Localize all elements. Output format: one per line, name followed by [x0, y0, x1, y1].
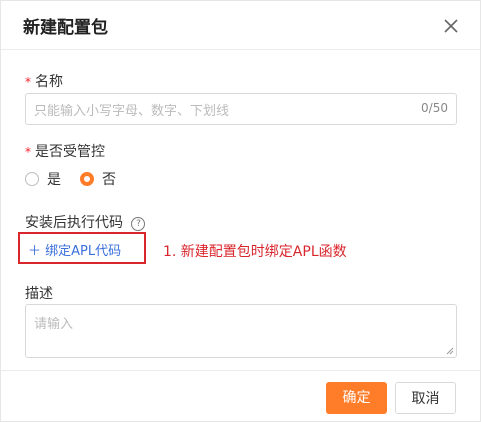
create-config-package-dialog: 新建配置包 * 名称 只能输入小写字母、数字、下划线 0/50 * 是否受管控 是 …	[0, 0, 481, 422]
dialog-title: 新建配置包	[23, 18, 108, 38]
annotation-text: 1. 新建配置包时绑定APL函数	[163, 244, 347, 260]
post-install-label: 安装后执行代码 ?	[25, 212, 146, 232]
dialog-header: 新建配置包	[1, 1, 480, 50]
description-placeholder: 请输入	[34, 317, 74, 332]
radio-circle	[25, 172, 39, 186]
radio-no-label: 否	[102, 172, 116, 188]
required-mark: *	[25, 145, 31, 159]
cancel-button[interactable]: 取消	[395, 382, 456, 414]
name-input-placeholder: 只能输入小写字母、数字、下划线	[34, 104, 230, 119]
description-textarea[interactable]: 请输入	[25, 304, 457, 358]
radio-yes-label: 是	[47, 172, 61, 188]
managed-label: * 是否受管控	[25, 141, 105, 161]
question-circle-icon[interactable]: ?	[131, 217, 146, 231]
radio-no[interactable]: 否	[80, 169, 116, 189]
radio-circle-checked	[80, 172, 94, 186]
name-label: * 名称	[25, 71, 63, 91]
post-install-label-text: 安装后执行代码	[25, 215, 123, 231]
bind-apl-code-link[interactable]: ＋ 绑定APL代码	[28, 240, 121, 259]
managed-label-text: 是否受管控	[35, 144, 105, 160]
name-input[interactable]: 只能输入小写字母、数字、下划线 0/50	[25, 93, 457, 125]
confirm-button[interactable]: 确定	[326, 382, 387, 414]
radio-yes[interactable]: 是	[25, 169, 61, 189]
close-icon[interactable]	[442, 17, 460, 35]
required-mark: *	[25, 75, 31, 89]
dialog-footer: 确定 取消	[1, 370, 480, 422]
name-char-counter: 0/50	[421, 101, 448, 115]
name-label-text: 名称	[35, 74, 63, 90]
resize-handle-icon[interactable]	[446, 347, 454, 355]
highlight-box: ＋ 绑定APL代码	[18, 232, 146, 264]
description-label: 描述	[25, 286, 53, 302]
